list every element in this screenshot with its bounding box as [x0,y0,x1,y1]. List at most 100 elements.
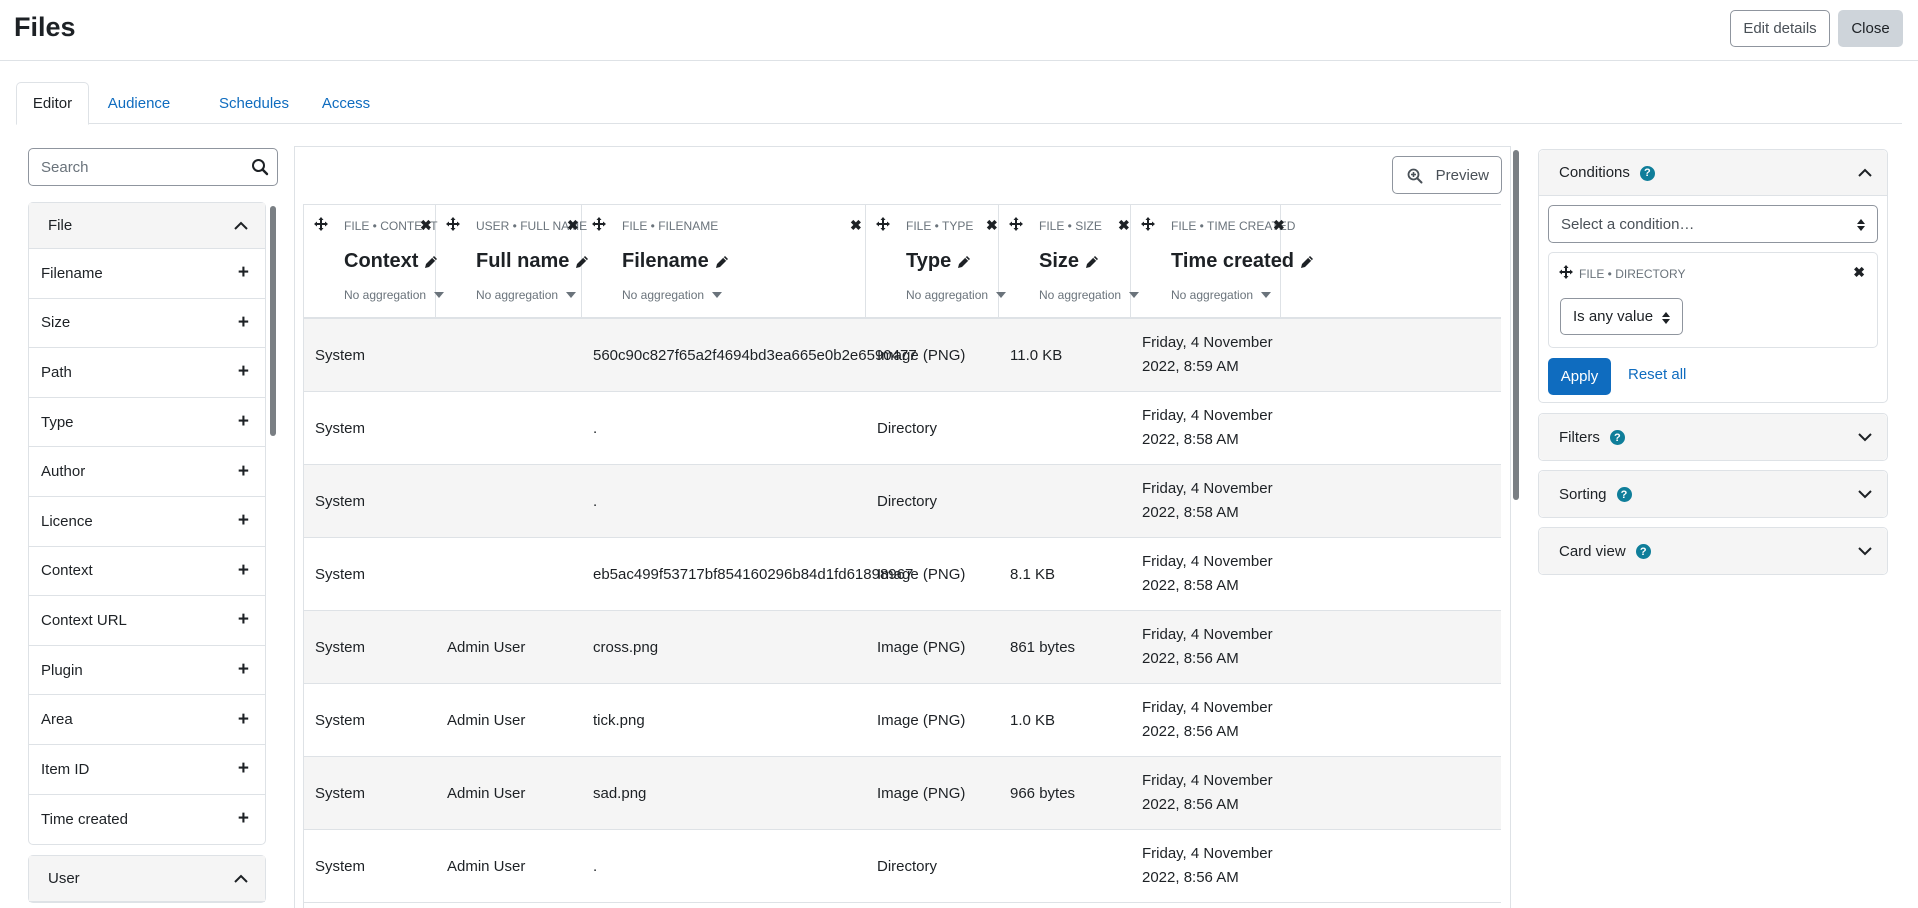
sidebar-item[interactable]: Type + [29,398,265,448]
sidebar-item[interactable]: Author + [29,447,265,497]
sidebar-item[interactable]: Context URL + [29,596,265,646]
plus-icon[interactable]: + [238,709,249,731]
help-icon[interactable]: ? [1635,544,1651,560]
move-icon[interactable] [592,217,606,231]
search-icon[interactable] [251,158,269,176]
column-title[interactable]: Context [344,250,438,273]
chevron-up-icon[interactable] [233,221,249,231]
help-icon[interactable]: ? [1609,430,1625,446]
table-cell: Friday, 4 November 2022, 8:56 AM [1142,845,1273,886]
chevron-down-icon[interactable] [1857,489,1873,499]
pencil-icon[interactable] [1085,255,1099,269]
plus-icon[interactable]: + [238,758,249,780]
sorting-panel: Sorting? [1538,470,1888,518]
column-title[interactable]: Time created [1171,250,1314,273]
table-row: System. Directory Friday, 4 November 2022,… [304,392,1501,465]
close-button[interactable]: Close [1838,10,1903,47]
card-view-panel: Card view? [1538,527,1888,575]
plus-icon[interactable]: + [238,312,249,334]
file-section-header[interactable]: File [29,203,265,249]
sidebar-item[interactable]: Path + [29,348,265,398]
tab-access[interactable]: Access [306,82,386,124]
plus-icon[interactable]: + [238,262,249,284]
sidebar-item[interactable]: Item ID + [29,745,265,795]
filters-header[interactable]: Filters? [1539,414,1887,460]
card-view-header[interactable]: Card view? [1539,528,1887,574]
user-section: User [28,855,266,904]
column-title[interactable]: Type [906,250,971,273]
tab-editor[interactable]: Editor [16,82,89,125]
plus-icon[interactable]: + [238,808,249,830]
table-header: FILE • CONTEXT ✖ Context No aggregation USER… [304,205,1501,319]
move-icon[interactable] [876,217,890,231]
sorting-header[interactable]: Sorting? [1539,471,1887,517]
aggregation-select[interactable]: No aggregation [1039,288,1140,302]
aggregation-select[interactable]: No aggregation [1171,288,1272,302]
aggregation-select[interactable]: No aggregation [344,288,445,302]
table-cell: . [593,857,598,875]
aggregation-select[interactable]: No aggregation [476,288,577,302]
plus-icon[interactable]: + [238,461,249,483]
sidebar-item-label: Item ID [41,760,90,778]
apply-button[interactable]: Apply [1548,358,1611,395]
column-title[interactable]: Size [1039,250,1099,273]
plus-icon[interactable]: + [238,609,249,631]
remove-column-icon[interactable]: ✖ [1273,217,1285,234]
remove-column-icon[interactable]: ✖ [1118,217,1130,234]
main-scrollbar[interactable] [1513,150,1519,500]
chevron-up-icon[interactable] [233,874,249,884]
conditions-title: Conditions [1559,164,1630,181]
plus-icon[interactable]: + [238,411,249,433]
sidebar-item[interactable]: Licence + [29,497,265,547]
pencil-icon[interactable] [715,255,729,269]
move-icon[interactable] [1141,217,1155,231]
aggregation-select[interactable]: No aggregation [906,288,1007,302]
chevron-up-icon[interactable] [1857,168,1873,178]
pencil-icon[interactable] [957,255,971,269]
sidebar-item[interactable]: Plugin + [29,646,265,696]
column-header: USER • FULL NAME ✖ Full name No aggregation [436,205,589,318]
chevron-down-icon[interactable] [1857,546,1873,556]
sidebar-item[interactable]: Filename + [29,249,265,299]
help-icon[interactable]: ? [1639,165,1655,181]
conditions-header[interactable]: Conditions? [1539,150,1887,196]
condition-operator-select[interactable]: Is any value [1560,298,1683,335]
plus-icon[interactable]: + [238,510,249,532]
table-cell: System [315,784,366,802]
move-icon[interactable] [446,217,460,231]
remove-column-icon[interactable]: ✖ [567,217,579,234]
condition-select[interactable]: Select a condition… [1548,205,1878,243]
reset-all-link[interactable]: Reset all [1628,366,1686,383]
page-header: Files Edit details Close [0,0,1918,61]
sidebar-item[interactable]: Size + [29,299,265,349]
remove-condition-icon[interactable]: ✖ [1853,264,1865,281]
aggregation-select[interactable]: No aggregation [622,288,723,302]
plus-icon[interactable]: + [238,659,249,681]
remove-column-icon[interactable]: ✖ [420,217,432,234]
tab-audience[interactable]: Audience [99,82,179,124]
column-title[interactable]: Filename [622,250,729,273]
pencil-icon[interactable] [1300,255,1314,269]
sidebar-scrollbar[interactable] [270,206,276,436]
sidebar-item[interactable]: Context + [29,547,265,597]
move-icon[interactable] [1559,265,1573,279]
tab-schedules[interactable]: Schedules [199,82,309,124]
plus-icon[interactable]: + [238,361,249,383]
column-title[interactable]: Full name [476,250,589,273]
help-icon[interactable]: ? [1616,487,1632,503]
user-section-header[interactable]: User [29,856,265,903]
conditions-panel: Conditions? Select a condition… FILE • D… [1538,149,1888,403]
edit-details-button[interactable]: Edit details [1730,10,1830,47]
sidebar-item[interactable]: Time created + [29,795,265,845]
preview-button[interactable]: Preview [1392,156,1502,194]
move-icon[interactable] [1009,217,1023,231]
search-input[interactable] [41,157,241,177]
remove-column-icon[interactable]: ✖ [850,217,862,234]
table-cell: 8.1 KB [1010,565,1056,583]
remove-column-icon[interactable]: ✖ [986,217,998,234]
sidebar-item[interactable]: Area + [29,695,265,745]
table-cell: System [315,638,366,656]
move-icon[interactable] [314,217,328,231]
chevron-down-icon[interactable] [1857,432,1873,442]
plus-icon[interactable]: + [238,560,249,582]
